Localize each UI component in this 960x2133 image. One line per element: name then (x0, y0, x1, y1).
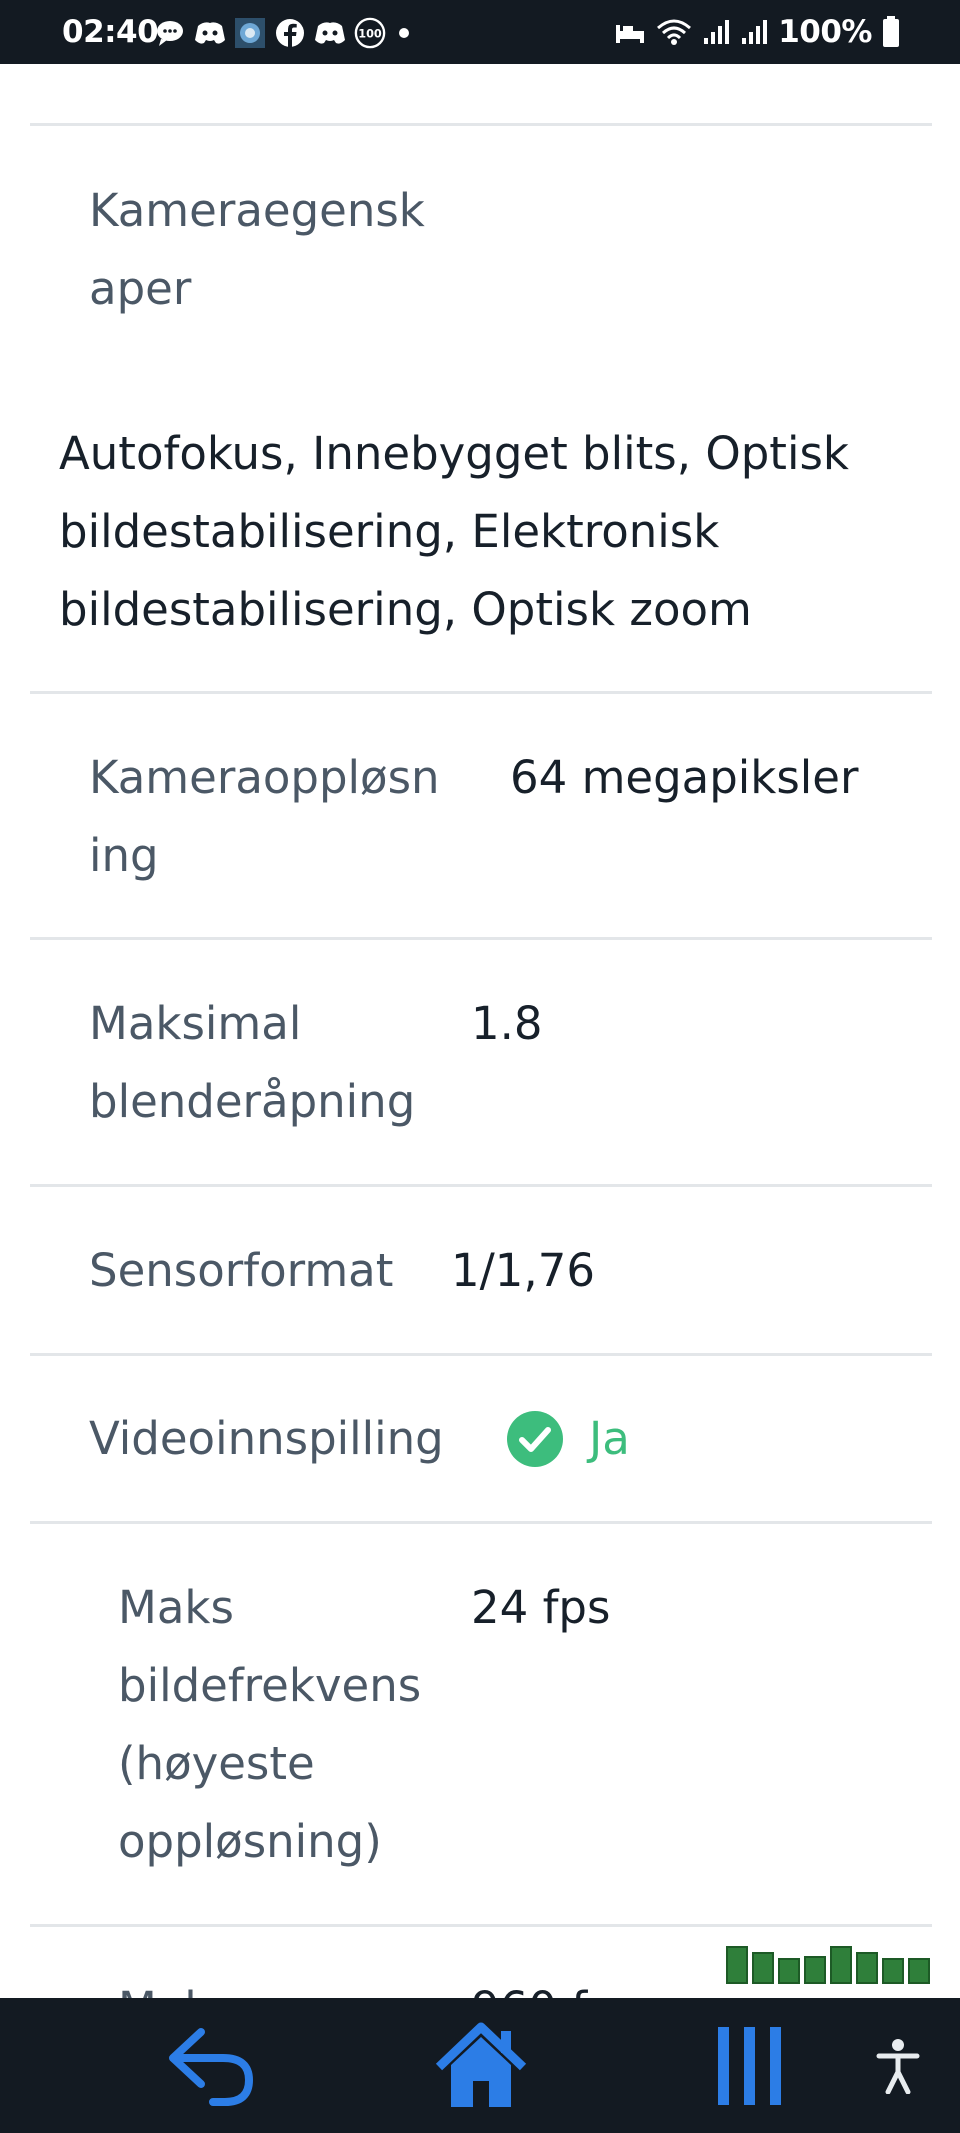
floating-widget[interactable] (726, 1938, 946, 1984)
spec-label: Sensorformat (89, 1244, 394, 1297)
divider (30, 123, 932, 126)
navigation-bar (0, 1998, 960, 2133)
widget-bar (856, 1952, 878, 1984)
widget-bar (804, 1956, 826, 1984)
sticker-app-icon (234, 18, 266, 48)
spec-value: bildestabilisering, Optisk zoom (59, 583, 752, 636)
status-bar: 02:40 100 100% (0, 0, 960, 64)
spec-label: Maks (118, 1581, 234, 1634)
back-arrow-icon[interactable] (162, 2016, 262, 2116)
widget-bar (752, 1952, 774, 1984)
battery-icon (883, 16, 899, 47)
divider (30, 1521, 932, 1524)
spec-value: 24 fps (471, 1581, 611, 1634)
spec-value: 1.8 (471, 997, 543, 1050)
spec-label: (høyeste (118, 1737, 315, 1790)
signal-icon (742, 20, 768, 44)
battery-percentage: 100% (778, 14, 872, 50)
spec-value: 1/1,76 (451, 1244, 595, 1297)
discord-icon (194, 18, 226, 48)
divider (30, 937, 932, 940)
recents-icon[interactable] (700, 2016, 800, 2116)
spec-value: Autofokus, Innebygget blits, Optisk (59, 427, 849, 480)
spec-label: Maksimal (89, 997, 302, 1050)
spec-label: oppløsning) (118, 1815, 382, 1868)
spec-label: ing (89, 829, 159, 882)
widget-bar (726, 1946, 748, 1984)
check-circle-icon (507, 1411, 563, 1467)
dot-icon (394, 18, 414, 48)
spec-value-yes: Ja (589, 1412, 630, 1465)
status-time: 02:40 (62, 14, 159, 50)
spec-value: 64 megapiksler (510, 751, 859, 804)
divider (30, 1184, 932, 1187)
spec-label: aper (89, 262, 192, 315)
widget-bar (882, 1958, 904, 1984)
badge-100-icon: 100 (354, 17, 386, 49)
spec-label: Maks (118, 1970, 234, 1998)
divider (30, 1924, 932, 1927)
spec-list: Kameraegensk aper Autofokus, Innebygget … (0, 64, 960, 1998)
widget-bar (908, 1958, 930, 1984)
home-icon[interactable] (431, 2016, 531, 2116)
spec-label: Kameraoppløsn (89, 751, 440, 804)
spec-label: bildefrekvens (118, 1659, 422, 1712)
accessibility-icon[interactable] (850, 2016, 946, 2116)
notification-icons: 100 (154, 17, 414, 49)
system-icons: 100% (614, 14, 900, 50)
signal-icon (704, 20, 730, 44)
spec-value: bildestabilisering, Elektronisk (59, 505, 720, 558)
facebook-icon (274, 18, 306, 48)
widget-bar (830, 1946, 852, 1984)
spec-value: 960 f (471, 1970, 587, 1998)
svg-text:100: 100 (358, 28, 382, 41)
sleep-icon (616, 25, 645, 43)
divider (30, 691, 932, 694)
widget-bar (778, 1958, 800, 1984)
spec-label: Kameraegensk (89, 184, 425, 237)
wifi-icon (657, 19, 692, 45)
spec-label: Videoinnspilling (89, 1412, 444, 1465)
chat-bubble-icon (154, 18, 186, 48)
divider (30, 1353, 932, 1356)
discord-icon (314, 18, 346, 48)
spec-label: blenderåpning (89, 1075, 416, 1128)
